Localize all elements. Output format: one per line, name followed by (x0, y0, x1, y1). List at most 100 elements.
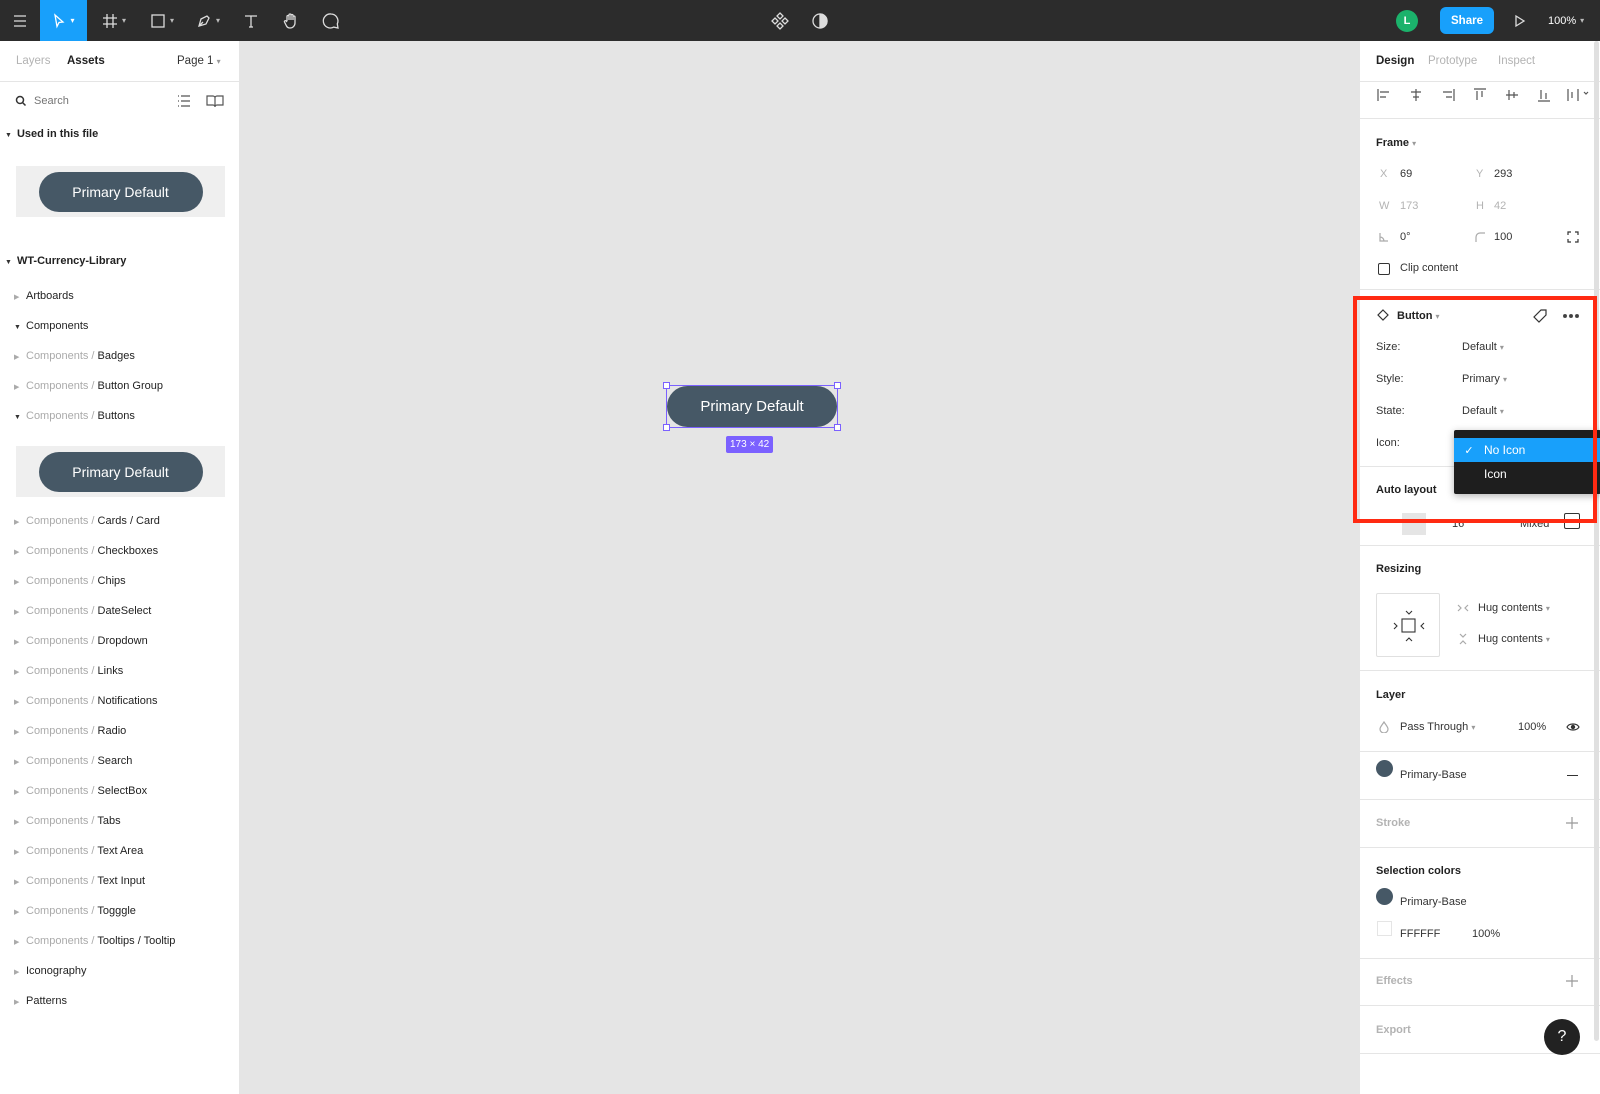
align-bottom-icon[interactable] (1534, 87, 1554, 103)
buttons-thumbnail[interactable]: Primary Default (16, 446, 225, 497)
caret-right-icon: ▶ (14, 609, 20, 616)
chevron-down-icon: ▾ (216, 57, 221, 66)
item-name: DateSelect (97, 605, 152, 617)
present-icon[interactable] (1508, 0, 1532, 41)
library-item[interactable]: ▶ Artboards (14, 290, 74, 302)
share-button[interactable]: Share (1440, 7, 1494, 34)
align-horizontal-center-icon[interactable] (1406, 87, 1426, 103)
y-label: Y (1476, 168, 1484, 180)
resize-handle[interactable] (834, 424, 841, 431)
layer-opacity-field[interactable]: 100% (1518, 721, 1546, 733)
text-tool-button[interactable] (236, 0, 266, 41)
library-item[interactable]: ▶ Components / DateSelect (14, 605, 151, 617)
library-item[interactable]: ▶ Iconography (14, 965, 87, 977)
align-top-icon[interactable] (1470, 87, 1490, 103)
main-menu-icon[interactable] (0, 0, 40, 41)
hug-contents-icon (1393, 610, 1425, 642)
rotation-field[interactable]: 0° (1400, 231, 1411, 243)
radius-field[interactable]: 100 (1494, 231, 1512, 243)
add-stroke-icon[interactable] (1565, 816, 1579, 830)
resize-handle[interactable] (663, 382, 670, 389)
fill-swatch[interactable] (1376, 760, 1393, 777)
item-name: Iconography (26, 965, 87, 977)
library-item[interactable]: ▶ Components / Chips (14, 575, 126, 587)
align-left-icon[interactable] (1374, 87, 1394, 103)
remove-fill-icon[interactable] (1567, 775, 1578, 776)
y-field[interactable]: 293 (1494, 168, 1512, 180)
blend-mode-select[interactable]: Pass Through ▾ (1400, 721, 1475, 733)
horizontal-resize-select[interactable]: Hug contents ▾ (1478, 602, 1550, 614)
vertical-resize-select[interactable]: Hug contents ▾ (1478, 633, 1550, 645)
library-book-icon[interactable] (206, 93, 224, 109)
panel-scrollbar[interactable] (1594, 41, 1599, 1041)
tab-assets[interactable]: Assets (67, 55, 105, 67)
library-item[interactable]: ▶ Components / Dropdown (14, 635, 148, 647)
library-item[interactable]: ▶ Components / Links (14, 665, 123, 677)
library-item[interactable]: ▶ Components / Radio (14, 725, 126, 737)
tab-design[interactable]: Design (1376, 55, 1414, 67)
tab-layers[interactable]: Layers (16, 55, 51, 67)
library-item[interactable]: ▼ Components / Buttons (14, 410, 135, 422)
shape-tool-button[interactable]: ▾ (142, 0, 182, 41)
resize-handle[interactable] (663, 424, 670, 431)
search-input[interactable] (34, 92, 164, 110)
library-item[interactable]: ▶ Components / Togggle (14, 905, 136, 917)
move-tool-button[interactable]: ▾ (40, 0, 87, 41)
hand-tool-button[interactable] (276, 0, 306, 41)
item-path-prefix: Components / (26, 815, 98, 827)
library-item[interactable]: ▶ Components / SelectBox (14, 785, 147, 797)
fill-style-name[interactable]: Primary-Base (1400, 769, 1467, 781)
library-item[interactable]: ▶ Components / Text Area (14, 845, 143, 857)
tab-prototype[interactable]: Prototype (1428, 55, 1477, 67)
white-color-swatch[interactable] (1377, 921, 1392, 936)
align-vertical-center-icon[interactable] (1502, 87, 1522, 103)
component-thumbnail[interactable]: Primary Default (16, 166, 225, 217)
library-item[interactable]: ▶ Patterns (14, 995, 67, 1007)
library-item[interactable]: ▶ Components / Cards / Card (14, 515, 160, 527)
help-button[interactable]: ? (1544, 1019, 1580, 1055)
h-field[interactable]: 42 (1494, 200, 1506, 212)
library-item[interactable]: ▶ Components / Badges (14, 350, 135, 362)
selection-box[interactable]: Primary Default (663, 382, 841, 431)
tab-inspect[interactable]: Inspect (1498, 55, 1535, 67)
canvas[interactable]: Primary Default 173 × 42 (240, 41, 1359, 1094)
distribute-icon[interactable] (1564, 87, 1594, 103)
library-item[interactable]: ▶ Components / Tabs (14, 815, 121, 827)
list-view-icon[interactable] (176, 93, 192, 109)
frame-dropdown[interactable]: Frame ▾ (1376, 137, 1416, 149)
selection-color-swatch[interactable] (1376, 888, 1393, 905)
library-item[interactable]: ▶ Components / Checkboxes (14, 545, 158, 557)
zoom-dropdown[interactable]: 100% ▾ (1548, 0, 1584, 41)
library-item[interactable]: ▶ Components / Button Group (14, 380, 163, 392)
align-right-icon[interactable] (1438, 87, 1458, 103)
library-item[interactable]: ▶ Components / Search (14, 755, 132, 767)
library-item[interactable]: ▶ Components / Tooltips / Tooltip (14, 935, 175, 947)
pen-tool-button[interactable]: ▾ (188, 0, 228, 41)
eye-icon[interactable] (1565, 720, 1581, 734)
primary-button[interactable]: Primary Default (667, 386, 837, 427)
resize-handle[interactable] (834, 382, 841, 389)
comment-tool-button[interactable] (316, 0, 346, 41)
caret-right-icon: ▶ (14, 699, 20, 706)
independent-corners-icon[interactable] (1566, 230, 1580, 244)
vertical-resize-icon (1456, 633, 1470, 645)
frame-tool-button[interactable]: ▾ (94, 0, 134, 41)
x-field[interactable]: 69 (1400, 168, 1412, 180)
library-item[interactable]: ▼ Components (14, 320, 88, 332)
white-color-opacity[interactable]: 100% (1472, 928, 1500, 940)
components-icon[interactable] (765, 0, 795, 41)
used-in-file-section[interactable]: ▼ Used in this file (5, 128, 98, 140)
library-section[interactable]: ▼ WT-Currency-Library (5, 255, 126, 267)
library-item[interactable]: ▶ Components / Text Input (14, 875, 145, 887)
w-field[interactable]: 173 (1400, 200, 1418, 212)
user-avatar[interactable]: L (1396, 10, 1418, 32)
white-color-hex[interactable]: FFFFFF (1400, 928, 1440, 940)
page-selector[interactable]: Page 1 ▾ (177, 55, 221, 67)
item-name: Button Group (97, 380, 163, 392)
contrast-icon[interactable] (805, 0, 835, 41)
add-effect-icon[interactable] (1565, 974, 1579, 988)
clip-content-checkbox[interactable] (1378, 263, 1390, 275)
selection-color-name[interactable]: Primary-Base (1400, 896, 1467, 908)
clip-content-label: Clip content (1400, 262, 1459, 274)
library-item[interactable]: ▶ Components / Notifications (14, 695, 157, 707)
